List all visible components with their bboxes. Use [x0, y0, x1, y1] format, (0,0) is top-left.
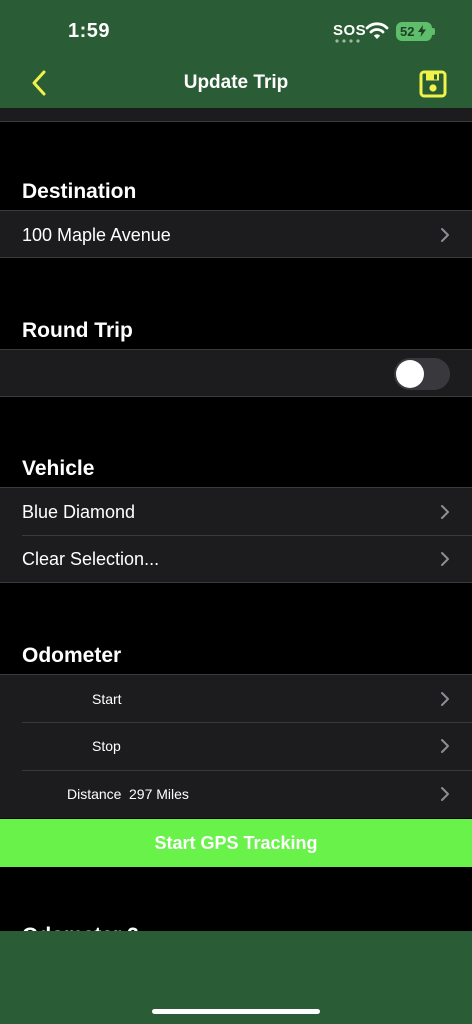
destination-section-title: Destination [22, 180, 137, 203]
start-gps-tracking-button[interactable]: Start GPS Tracking [0, 819, 472, 867]
vehicle-selected-cell[interactable]: Blue Diamond [0, 487, 472, 535]
wifi-icon [365, 22, 389, 39]
chevron-right-icon [441, 692, 449, 706]
odometer-distance-cell[interactable]: Distance 297 Miles [0, 770, 472, 818]
odometer-distance-label: Distance [67, 786, 122, 802]
status-time: 1:59 [68, 20, 111, 42]
battery-level: 52 [400, 24, 415, 39]
save-button[interactable] [419, 70, 447, 98]
odometer-section-title: Odometer [22, 644, 122, 667]
battery-indicator: 52 [396, 22, 432, 41]
odometer-stop-cell[interactable]: Stop [0, 722, 472, 770]
previous-section-cell [0, 108, 472, 122]
chevron-right-icon [441, 552, 449, 566]
round-trip-section-title: Round Trip [22, 319, 133, 342]
cell-divider [22, 535, 472, 536]
chevron-right-icon [441, 787, 449, 801]
chevron-right-icon [441, 739, 449, 753]
status-bar: 1:59 SOS 52 [0, 0, 472, 60]
home-indicator[interactable] [152, 1009, 320, 1014]
cell-divider [22, 770, 472, 771]
cell-divider [22, 722, 472, 723]
chevron-right-icon [441, 505, 449, 519]
page-title: Update Trip [183, 72, 289, 93]
destination-cell[interactable]: 100 Maple Avenue [0, 210, 472, 258]
sos-indicator: SOS [333, 22, 367, 39]
vehicle-section-title: Vehicle [22, 457, 95, 480]
vehicle-clear-cell[interactable]: Clear Selection... [0, 535, 472, 583]
odometer-distance-value: 297 Miles [129, 786, 189, 802]
odometer-start-cell[interactable]: Start [0, 674, 472, 722]
chevron-right-icon [441, 228, 449, 242]
vehicle-clear-label: Clear Selection... [22, 549, 160, 569]
destination-value: 100 Maple Avenue [22, 225, 171, 245]
vehicle-selected-value: Blue Diamond [22, 502, 136, 522]
odometer-stop-label: Stop [92, 738, 121, 754]
odometer-start-label: Start [92, 691, 122, 707]
charging-bolt-icon [418, 25, 427, 37]
navigation-header: 1:59 SOS 52 Update Trip [0, 0, 472, 108]
round-trip-toggle[interactable] [394, 358, 450, 390]
round-trip-cell [0, 349, 472, 397]
battery-tip [432, 28, 435, 35]
signal-dots-icon [335, 39, 360, 43]
toggle-knob [396, 360, 424, 388]
